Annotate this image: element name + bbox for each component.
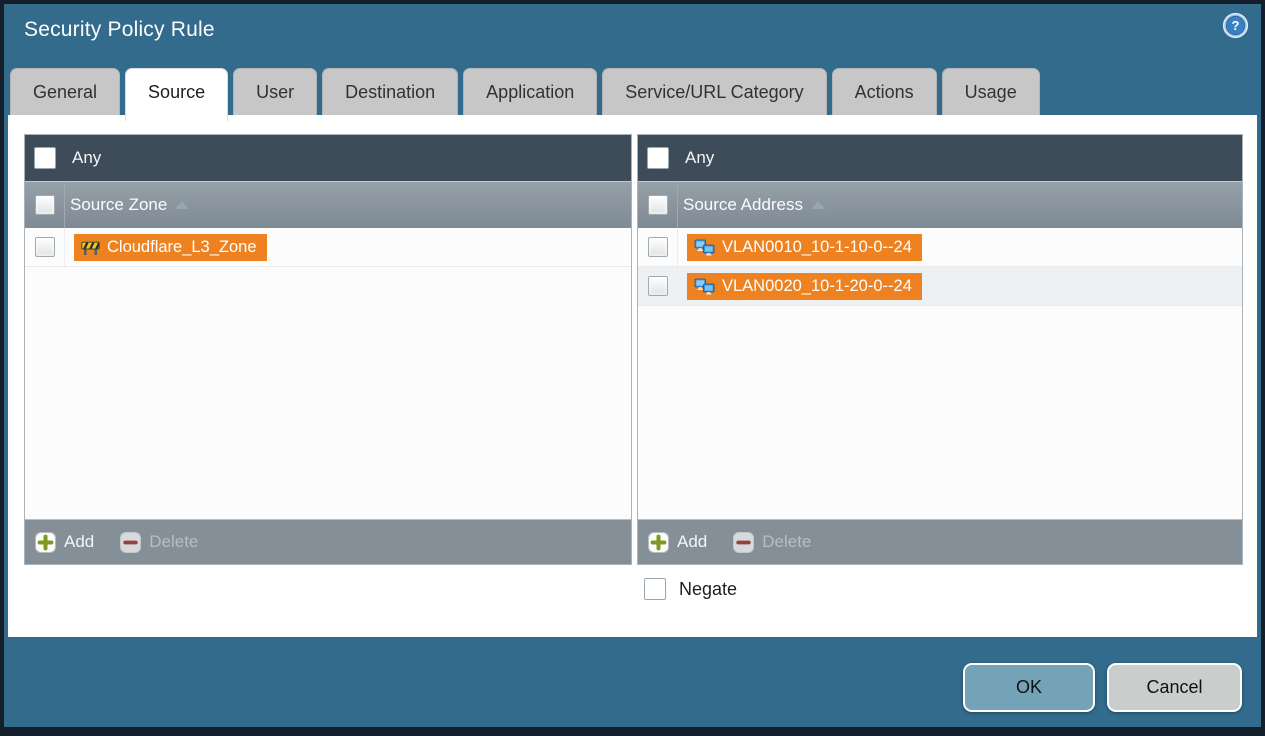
negate-option: Negate [644,578,737,600]
negate-label: Negate [679,578,738,599]
address-entry-label: VLAN0020_10-1-20-0--24 [722,276,912,295]
help-icon[interactable]: ? [1222,12,1249,39]
add-button[interactable]: Add [648,531,708,553]
tab-source[interactable]: Source [125,68,229,121]
sort-ascending-icon[interactable] [811,201,826,209]
source-zone-row[interactable]: Cloudflare_L3_Zone [25,228,631,267]
source-address-any-header: Any [638,135,1242,181]
source-address-toolbar: Add Delete [638,519,1242,564]
source-zone-any-header: Any [25,135,631,181]
source-zone-select-all-checkbox[interactable] [34,195,55,215]
tab-destination[interactable]: Destination [322,68,459,115]
source-zone-column-label[interactable]: Source Zone [70,195,167,215]
ok-button[interactable]: OK [963,663,1095,712]
address-icon [694,278,715,294]
row-checkbox[interactable] [647,276,668,296]
dialog-title: Security Policy Rule [24,18,215,41]
add-button[interactable]: Add [35,531,95,553]
tab-actions[interactable]: Actions [831,68,937,115]
address-entry-label: VLAN0010_10-1-10-0--24 [722,237,912,256]
source-zone-any-checkbox[interactable] [34,147,56,169]
cancel-button[interactable]: Cancel [1107,663,1242,712]
source-address-any-checkbox[interactable] [647,147,669,169]
tab-service-url-category[interactable]: Service/URL Category [602,68,827,115]
source-zone-column-header: Source Zone [25,181,631,228]
address-icon [694,239,715,255]
source-address-panel: Any Source Address VLAN0010_10-1-10-0--2… [637,134,1243,565]
tab-general[interactable]: General [10,68,121,115]
source-zone-list: Cloudflare_L3_Zone [25,228,631,519]
sort-ascending-icon[interactable] [175,201,190,209]
security-policy-rule-dialog: Security Policy Rule ? General Source Us… [0,0,1265,736]
source-address-column-header: Source Address [638,181,1242,228]
delete-button[interactable]: Delete [733,531,812,553]
source-address-list: VLAN0010_10-1-10-0--24 VLAN0020_10-1-20-… [638,228,1242,519]
source-tab-content: Any Source Zone Cloudflare_L3_Zone Add D… [8,115,1257,637]
add-label: Add [64,532,95,551]
zone-icon [81,241,100,255]
zone-entry-label: Cloudflare_L3_Zone [107,237,257,256]
any-label: Any [72,148,102,167]
delete-icon [733,531,755,553]
delete-label: Delete [762,532,812,551]
row-checkbox[interactable] [34,237,55,257]
source-address-column-label[interactable]: Source Address [683,195,803,215]
zone-entry[interactable]: Cloudflare_L3_Zone [74,233,267,261]
source-zone-toolbar: Add Delete [25,519,631,564]
source-address-select-all-checkbox[interactable] [647,195,668,215]
any-label: Any [685,148,715,167]
add-icon [648,531,669,553]
add-icon [35,531,56,553]
address-entry[interactable]: VLAN0020_10-1-20-0--24 [687,272,922,300]
delete-button[interactable]: Delete [120,531,199,553]
source-address-row[interactable]: VLAN0020_10-1-20-0--24 [638,267,1242,306]
source-address-row[interactable]: VLAN0010_10-1-10-0--24 [638,228,1242,267]
row-checkbox[interactable] [647,237,668,257]
tab-application[interactable]: Application [463,68,598,115]
titlebar: Security Policy Rule ? [4,4,1261,60]
delete-icon [120,531,142,553]
delete-label: Delete [149,532,199,551]
add-label: Add [677,532,708,551]
negate-checkbox[interactable] [644,578,666,600]
source-zone-panel: Any Source Zone Cloudflare_L3_Zone Add D… [24,134,632,565]
tab-user[interactable]: User [233,68,318,115]
tab-usage[interactable]: Usage [941,68,1040,115]
address-entry[interactable]: VLAN0010_10-1-10-0--24 [687,233,922,261]
svg-text:?: ? [1232,18,1240,33]
tab-bar: General Source User Destination Applicat… [10,68,1040,121]
